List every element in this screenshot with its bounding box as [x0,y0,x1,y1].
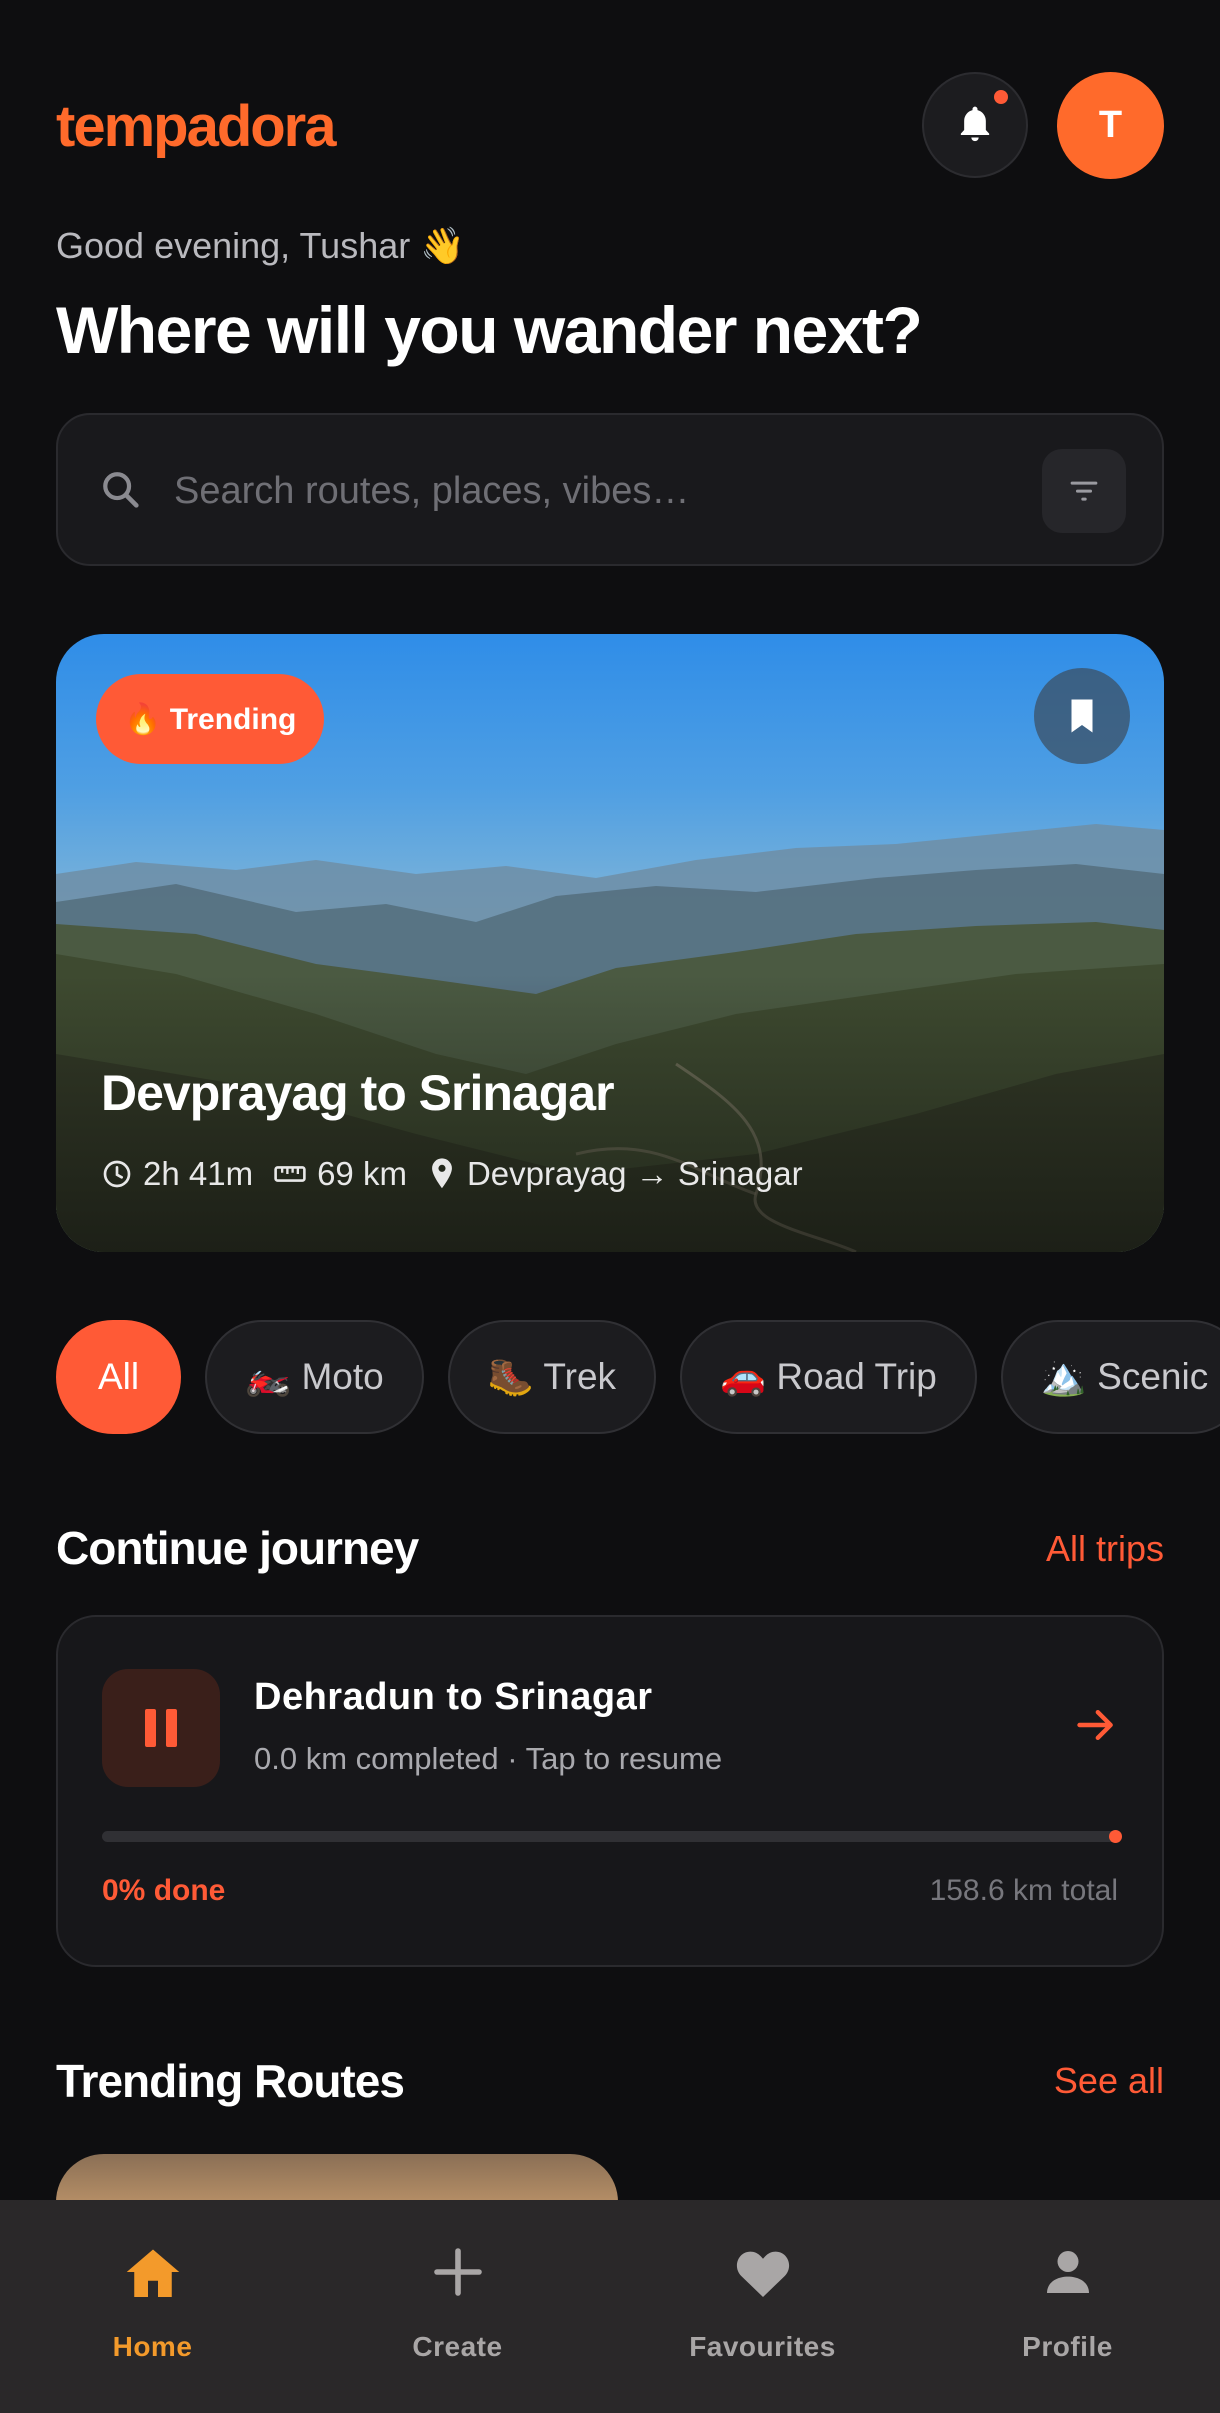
featured-route-card[interactable]: 🔥 Trending Devprayag to Srinagar 2h 41m … [56,634,1164,1252]
progress-bar [102,1830,1122,1843]
continue-journey-title: Continue journey [56,1522,419,1574]
person-icon [1046,2251,1089,2293]
chip-all[interactable]: All [56,1320,182,1434]
bookmark-icon [1071,699,1093,733]
nav-create[interactable]: Create [305,2200,610,2413]
filter-icon [1070,481,1098,501]
trending-badge-label: 🔥 Trending [124,702,297,736]
chip-scenic[interactable]: 🏔️ Scenic [1000,1320,1220,1434]
bookmark-button[interactable] [1034,668,1130,764]
notifications-button[interactable] [922,72,1028,178]
avatar-initial: T [1098,104,1123,146]
route-endpoints: Devprayag → Srinagar [466,1155,803,1192]
trip-subtitle: 0.0 km completed · Tap to resume [254,1741,723,1776]
avatar[interactable]: T [1057,72,1164,179]
route-distance: 69 km [317,1155,407,1192]
clock-icon [103,1160,131,1188]
plus-icon [433,2248,482,2296]
chip-trek[interactable]: 🥾 Trek [447,1320,657,1434]
heart-icon [736,2251,789,2297]
ruler-icon [274,1166,306,1182]
search-icon [103,472,139,508]
nav-home[interactable]: Home [0,2200,305,2413]
nav-profile[interactable]: Profile [915,2200,1220,2413]
chip-moto[interactable]: 🏍️ Moto [205,1320,424,1434]
location-pin-icon [432,1158,452,1189]
page-title: Where will you wander next? [56,293,923,367]
route-meta: 2h 41m 69 km Devprayag → Srinagar [101,1154,803,1194]
greeting: Good evening, Tushar 👋 [56,225,466,266]
route-duration: 2h 41m [143,1155,254,1192]
notification-dot [994,90,1008,104]
progress-percent: 0% done [102,1874,226,1907]
trending-routes-title: Trending Routes [56,2055,405,2107]
pause-icon[interactable] [102,1669,220,1787]
app-logo: tempadora [56,94,337,159]
bell-icon [960,106,990,142]
progress-indicator [1109,1830,1122,1843]
chip-road-trip[interactable]: 🚗 Road Trip [680,1320,977,1434]
trip-title: Dehradun to Srinagar [254,1676,653,1718]
trending-badge: 🔥 Trending [96,674,325,764]
bottom-nav: Home Create Favourites Profile [0,2200,1220,2413]
home-icon [126,2249,179,2297]
route-title: Devprayag to Srinagar [101,1065,615,1121]
category-chips: All 🏍️ Moto 🥾 Trek 🚗 Road Trip 🏔️ Scenic [56,1320,1220,1434]
see-all-link[interactable]: See all [1054,2058,1164,2104]
trip-total-distance: 158.6 km total [929,1874,1118,1907]
filter-button[interactable] [1042,449,1126,533]
continue-trip-card[interactable]: Dehradun to Srinagar 0.0 km completed · … [56,1615,1164,1967]
nav-favourites[interactable]: Favourites [610,2200,915,2413]
search-bar[interactable]: Search routes, places, vibes… [56,413,1164,566]
arrow-right-icon[interactable] [1074,1703,1118,1747]
all-trips-link[interactable]: All trips [1046,1526,1164,1572]
search-input[interactable]: Search routes, places, vibes… [174,467,689,515]
